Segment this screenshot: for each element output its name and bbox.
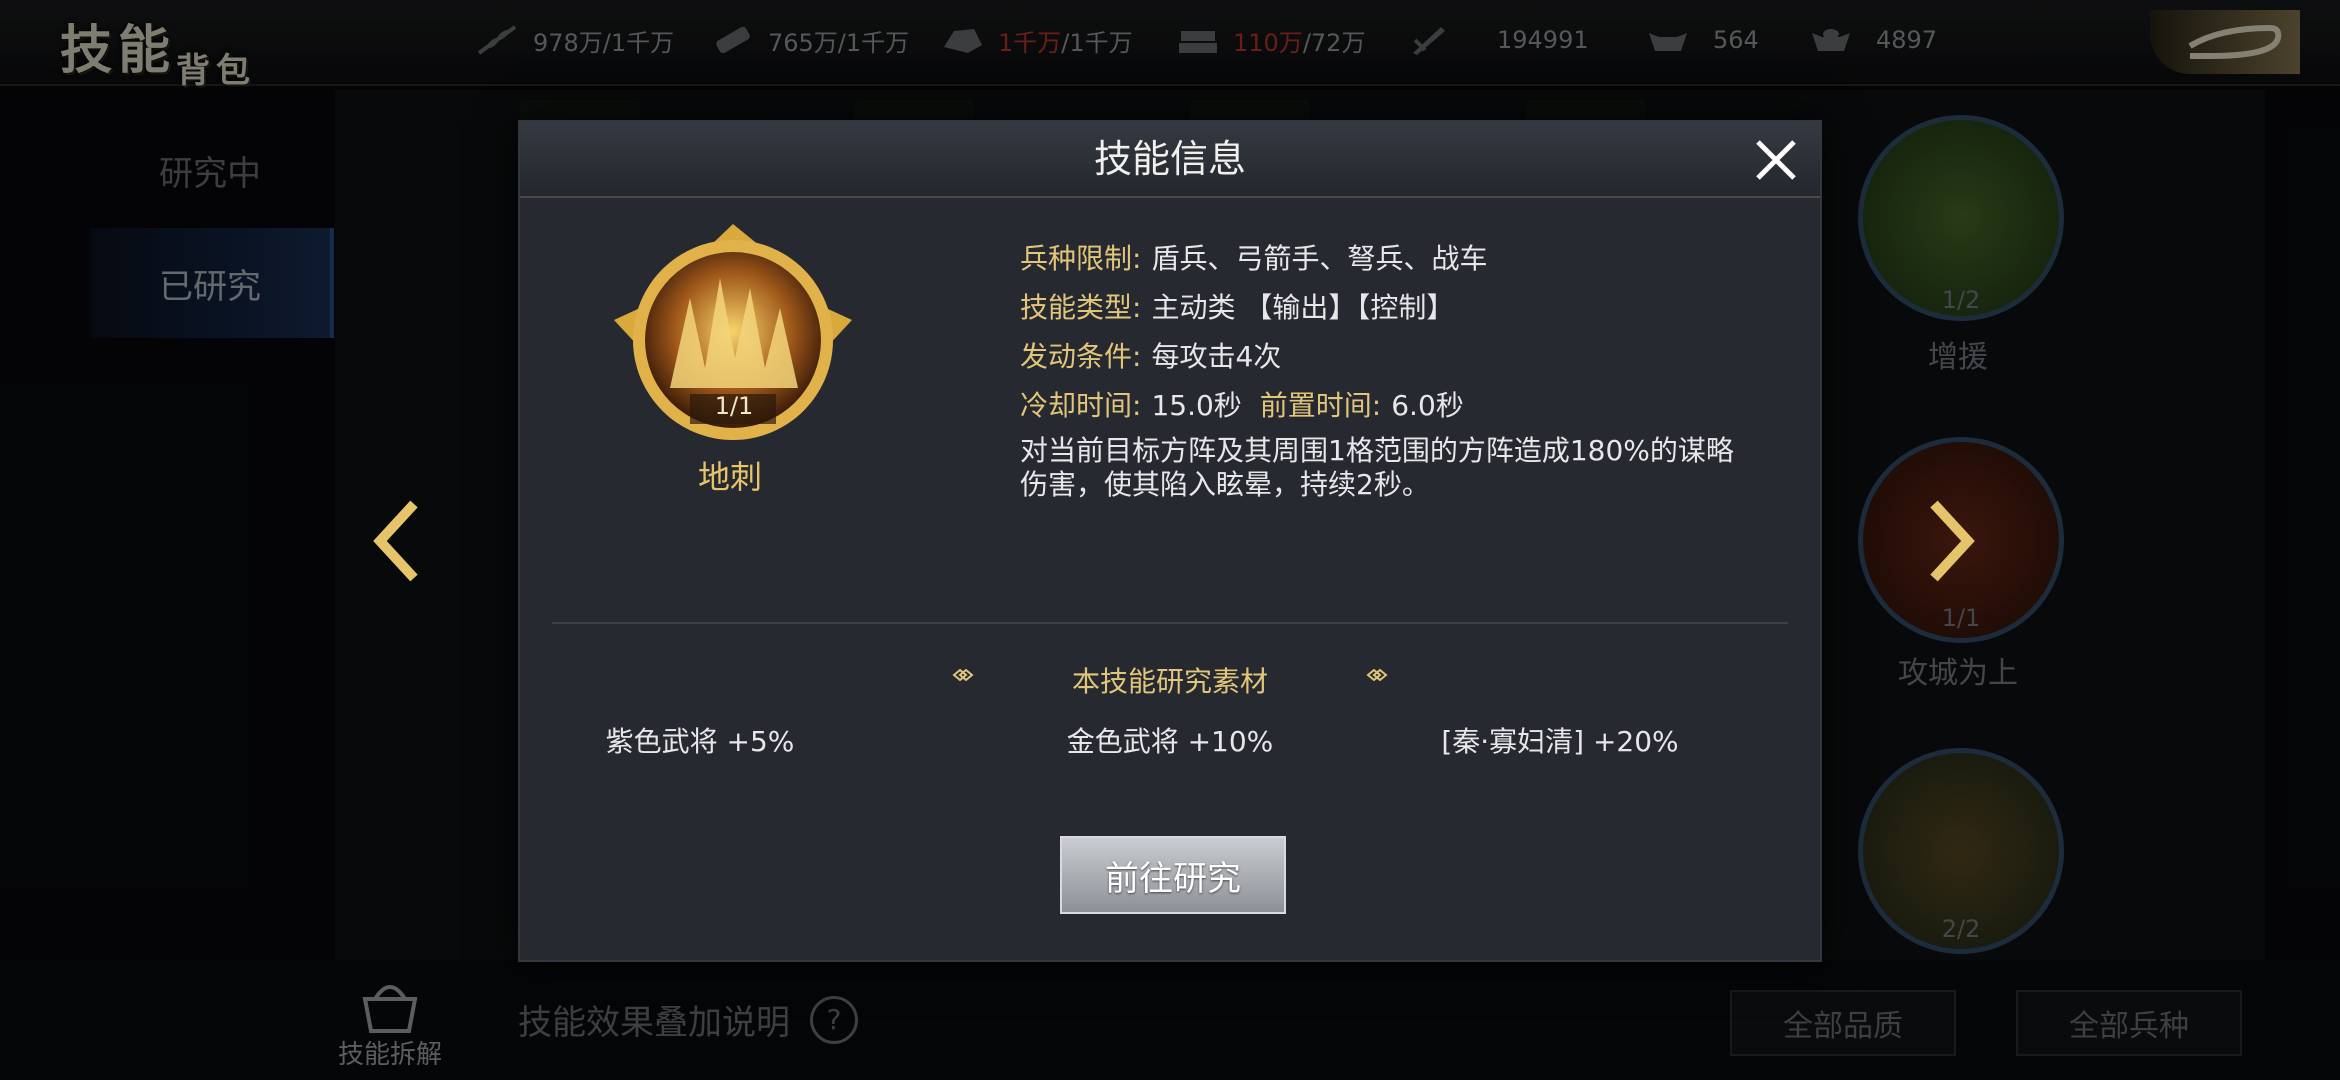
go-research-button[interactable]: 前往研究 [1060, 836, 1286, 914]
trigger-condition-row: 发动条件: 每攻击4次 [1020, 330, 1760, 379]
divider [552, 622, 1788, 624]
trigger-condition-value: 每攻击4次 [1151, 339, 1282, 373]
skill-description: 对当前目标方阵及其周围1格范围的方阵造成180%的谋略伤害，使其陷入眩晕，持续2… [1020, 434, 1734, 501]
skill-type-row: 技能类型: 主动类 【输出】【控制】 [1020, 281, 1760, 330]
close-icon[interactable] [1750, 134, 1802, 186]
diamond-ornament-icon [1366, 668, 1388, 682]
troop-restriction-row: 兵种限制: 盾兵、弓箭手、弩兵、战车 [1020, 232, 1760, 281]
material-purple-general: 紫色武将 +5% [605, 725, 795, 758]
material-gold-general: 金色武将 +10% [1066, 725, 1274, 758]
skill-level-badge: 1/1 [714, 392, 754, 420]
troop-restriction-value: 盾兵、弓箭手、弩兵、战车 [1151, 241, 1488, 275]
skill-name: 地刺 [697, 458, 762, 496]
ground-spike-skill-icon [614, 224, 852, 440]
precast-value: 6.0秒 [1391, 388, 1464, 422]
skill-info-dialog: 技能信息 1/1 地刺 兵种限制: 盾兵、弓箭手、弩兵、战车 技能类型: 主动类… [520, 122, 1820, 960]
timing-row: 冷却时间: 15.0秒 前置时间: 6.0秒 [1020, 379, 1760, 428]
skill-type-value: 主动类 【输出】【控制】 [1151, 290, 1455, 324]
dialog-title: 技能信息 [1093, 137, 1246, 181]
cooldown-value: 15.0秒 [1151, 388, 1242, 422]
next-arrow-icon[interactable] [1920, 496, 1980, 586]
material-specific-general: [秦·寡妇清] +20% [1441, 725, 1679, 758]
skill-info-rows: 兵种限制: 盾兵、弓箭手、弩兵、战车 技能类型: 主动类 【输出】【控制】 发动… [1020, 232, 1760, 502]
prev-arrow-icon[interactable] [368, 496, 428, 586]
materials-title: 本技能研究素材 [1071, 665, 1268, 698]
